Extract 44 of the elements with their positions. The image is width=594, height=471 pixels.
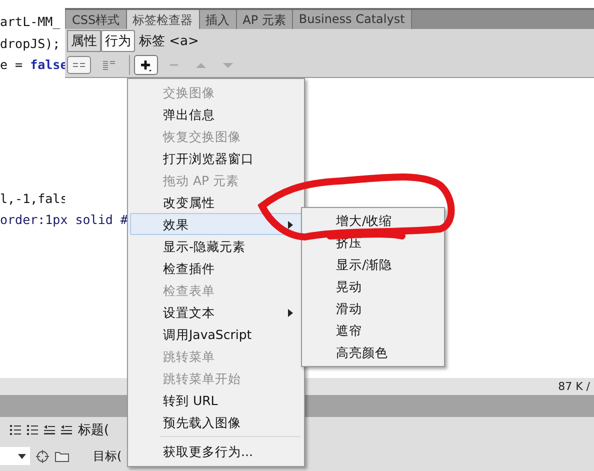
menu-item[interactable]: 预先载入图像 — [130, 411, 302, 433]
heading-label: 标题( — [78, 422, 110, 439]
menu-item[interactable]: 遮帘 — [304, 320, 442, 342]
code-line: dropJS); — [0, 34, 60, 53]
unordered-list-icon[interactable] — [10, 424, 21, 436]
panel-tab[interactable]: 标签检查器 — [126, 10, 200, 29]
plus-icon — [139, 58, 153, 72]
menu-item[interactable]: 转到 URL — [130, 389, 302, 411]
menu-item[interactable]: 显示-隐藏元素 — [130, 235, 302, 257]
panel-tab[interactable]: Business Catalyst — [292, 10, 412, 29]
mode-tab[interactable]: 属性 — [67, 30, 101, 52]
code-line: artL-MM_ — [0, 13, 60, 31]
caret-icon — [18, 454, 26, 458]
menu-item[interactable]: 改变属性 — [130, 191, 302, 213]
code-line: order:1px solid # — [0, 211, 128, 229]
mode-tab[interactable]: 行为 — [101, 30, 135, 52]
ordered-list-icon[interactable] — [27, 424, 38, 436]
menu-item[interactable]: 获取更多行为... — [130, 440, 302, 462]
target-label: 目标( — [93, 448, 122, 464]
menu-item[interactable]: 效果 — [130, 213, 302, 235]
menu-item[interactable]: 弹出信息 — [130, 103, 302, 125]
outdent-icon[interactable] — [44, 424, 55, 436]
file-size: 87 K / — [558, 380, 590, 393]
panel-tab[interactable]: CSS样式 — [66, 10, 127, 29]
menu-item[interactable]: 高亮颜色 — [304, 342, 442, 364]
tag-label: 标签 <a> — [139, 33, 199, 50]
menu-item[interactable]: 显示/渐隐 — [304, 254, 442, 276]
menu-item[interactable]: 滑动 — [304, 298, 442, 320]
panel-tab[interactable]: 插入 — [200, 10, 237, 29]
crosshair-icon[interactable] — [36, 450, 49, 462]
menu-item[interactable]: 晃动 — [304, 276, 442, 298]
folder-icon[interactable] — [55, 450, 69, 462]
menu-item[interactable]: 调用JavaScript — [130, 323, 302, 345]
menu-item[interactable]: 设置文本 — [130, 301, 302, 323]
indent-icon[interactable] — [61, 424, 72, 436]
panel-tab[interactable]: AP 元素 — [236, 10, 293, 29]
dropdown-field[interactable] — [0, 447, 30, 465]
list-icon — [102, 60, 116, 70]
add-behavior-button[interactable] — [134, 55, 158, 75]
menu-item[interactable]: 检查插件 — [130, 257, 302, 279]
show-set-events-button[interactable] — [67, 56, 91, 74]
code-line: l,-1,fals — [0, 190, 68, 208]
menu-item[interactable]: 打开浏览器窗口 — [130, 147, 302, 169]
menu-item[interactable]: 增大/收缩 — [304, 210, 442, 232]
